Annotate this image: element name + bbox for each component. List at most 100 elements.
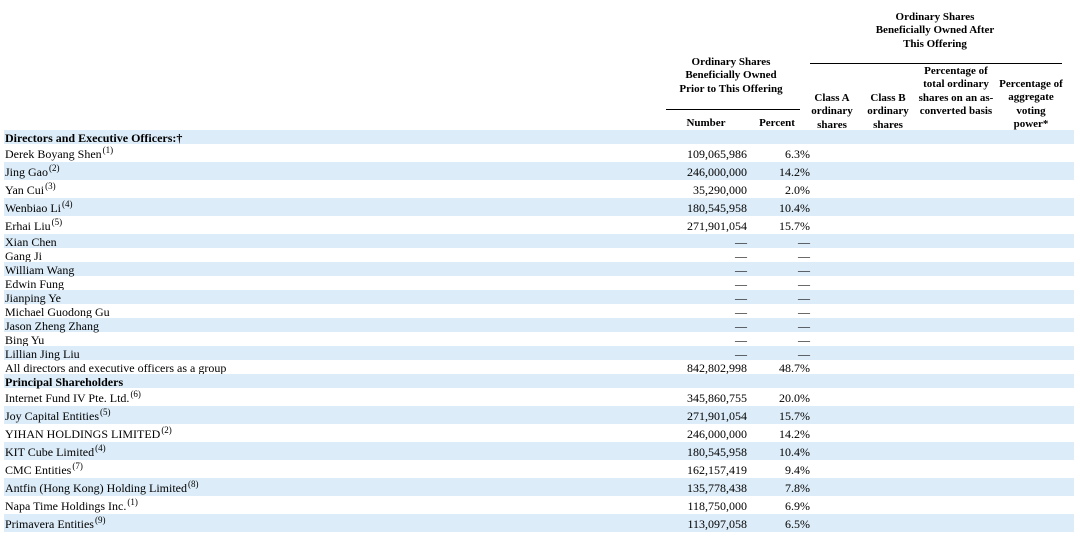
shares-percent: 14.2% xyxy=(779,427,810,441)
holder-name: Yan Cui(3) xyxy=(5,180,56,200)
header-pct-total: Percentage of total ordinary shares on a… xyxy=(918,65,994,117)
footnote-ref: (1) xyxy=(102,145,114,155)
section-header-row: Principal Shareholders xyxy=(4,374,1074,389)
holder-name-text: Derek Boyang Shen xyxy=(5,147,102,161)
holder-name-text: Directors and Executive Officers:† xyxy=(5,131,183,145)
table-row: Bing Yu — — xyxy=(4,332,1074,347)
shares-percent: 6.5% xyxy=(785,517,810,531)
holder-name-text: Bing Yu xyxy=(5,333,45,347)
table-row: Joy Capital Entities(5) 271,901,054 15.7% xyxy=(4,406,1074,424)
shares-percent: 7.8% xyxy=(785,481,810,495)
holder-name-text: Antfin (Hong Kong) Holding Limited xyxy=(5,481,187,495)
table-row: Jianping Ye — — xyxy=(4,290,1074,305)
footnote-ref: (3) xyxy=(45,181,56,191)
shares-percent: 10.4% xyxy=(779,445,810,459)
shares-number: 345,860,755 xyxy=(687,391,747,405)
table-row: Edwin Fung — — xyxy=(4,276,1074,291)
holder-name-text: Internet Fund IV Pte. Ltd. xyxy=(5,391,130,405)
header-prior-offering-rule xyxy=(666,109,800,110)
table-row: Yan Cui(3) 35,290,000 2.0% xyxy=(4,180,1074,198)
table-row: Xian Chen — — xyxy=(4,234,1074,249)
holder-name: Primavera Entities(9) xyxy=(5,514,105,534)
header-after-offering-rule xyxy=(810,63,1062,64)
holder-name-text: Primavera Entities xyxy=(5,517,94,531)
table-row: KIT Cube Limited(4) 180,545,958 10.4% xyxy=(4,442,1074,460)
holder-name-text: Lillian Jing Liu xyxy=(5,347,80,361)
header-class-b: Class B ordinary shares xyxy=(867,92,909,131)
header-percent: Percent xyxy=(759,117,795,129)
footnote-ref: (1) xyxy=(127,497,138,507)
holder-name: CMC Entities(7) xyxy=(5,460,83,480)
holder-name-text: YIHAN HOLDINGS LIMITED xyxy=(5,427,161,441)
shares-percent: 6.3% xyxy=(785,147,810,161)
header-pct-voting: Percentage of aggregate voting power* xyxy=(999,78,1063,130)
table-row: Lillian Jing Liu — — xyxy=(4,346,1074,361)
header-after-offering: Ordinary Shares Beneficially Owned After… xyxy=(875,11,995,50)
shares-percent: 10.4% xyxy=(779,201,810,215)
table-row: CMC Entities(7) 162,157,419 9.4% xyxy=(4,460,1074,478)
holder-name-text: Jing Gao xyxy=(5,165,48,179)
holder-name-text: Michael Guodong Gu xyxy=(5,305,110,319)
holder-name-text: Joy Capital Entities xyxy=(5,409,99,423)
holder-name-text: Jianping Ye xyxy=(5,291,62,305)
shares-percent: 20.0% xyxy=(779,391,810,405)
shares-percent: 6.9% xyxy=(785,499,810,513)
holder-name: Internet Fund IV Pte. Ltd.(6) xyxy=(5,388,141,408)
holder-name-text: Xian Chen xyxy=(5,235,57,249)
shares-number: 180,545,958 xyxy=(687,445,747,459)
holder-name: Napa Time Holdings Inc.(1) xyxy=(5,496,138,516)
table-row: Michael Guodong Gu — — xyxy=(4,304,1074,319)
holder-name-text: William Wang xyxy=(5,263,75,277)
holder-name-text: KIT Cube Limited xyxy=(5,445,95,459)
holder-name-text: Principal Shareholders xyxy=(5,375,124,389)
holder-name-text: Wenbiao Li xyxy=(5,201,62,215)
holder-name: KIT Cube Limited(4) xyxy=(5,442,106,462)
shares-number: 118,750,000 xyxy=(687,499,747,513)
holder-name-text: All directors and executive officers as … xyxy=(5,361,227,375)
holder-name-text: Napa Time Holdings Inc. xyxy=(5,499,127,513)
holder-name: Wenbiao Li(4) xyxy=(5,198,73,218)
holder-name-text: Edwin Fung xyxy=(5,277,65,291)
shares-percent: 15.7% xyxy=(779,409,810,423)
shares-percent: 15.7% xyxy=(779,219,810,233)
shares-number: 271,901,054 xyxy=(687,409,747,423)
footnote-ref: (2) xyxy=(161,425,172,435)
table-row: Derek Boyang Shen(1) 109,065,986 6.3% xyxy=(4,144,1074,162)
table-row: Gang Ji — — xyxy=(4,248,1074,263)
table-row: YIHAN HOLDINGS LIMITED(2) 246,000,000 14.2… xyxy=(4,424,1074,442)
table-row: William Wang — — xyxy=(4,262,1074,277)
table-row: All directors and executive officers as … xyxy=(4,360,1074,375)
footnote-ref: (9) xyxy=(94,515,106,525)
table-row: Jason Zheng Zhang — — xyxy=(4,318,1074,333)
table-row: Antfin (Hong Kong) Holding Limited(8) 135… xyxy=(4,478,1074,496)
table-row: Wenbiao Li(4) 180,545,958 10.4% xyxy=(4,198,1074,216)
shares-number: 135,778,438 xyxy=(687,481,747,495)
shares-percent: 9.4% xyxy=(785,463,810,477)
holder-name-text: Gang Ji xyxy=(5,249,42,263)
shares-number: 35,290,000 xyxy=(693,183,747,197)
holder-name: Joy Capital Entities(5) xyxy=(5,406,111,426)
shares-percent: 2.0% xyxy=(785,183,810,197)
holder-name-text: CMC Entities xyxy=(5,463,72,477)
shares-number: 246,000,000 xyxy=(687,427,747,441)
holder-name: Erhai Liu(5) xyxy=(5,216,62,236)
shares-number: 113,097,058 xyxy=(687,517,747,531)
holder-name: Jing Gao(2) xyxy=(5,162,60,182)
shares-number: 109,065,986 xyxy=(687,147,747,161)
holder-name-text: Jason Zheng Zhang xyxy=(5,319,99,333)
header-prior-offering: Ordinary Shares Beneficially Owned Prior… xyxy=(679,56,783,95)
header-class-a: Class A ordinary shares xyxy=(811,92,853,131)
shares-percent: 14.2% xyxy=(779,165,810,179)
holder-name: Antfin (Hong Kong) Holding Limited(8) xyxy=(5,478,198,498)
section-header-row: Directors and Executive Officers:† xyxy=(4,130,1074,145)
shares-number: 246,000,000 xyxy=(687,165,747,179)
shares-number: 180,545,958 xyxy=(687,201,747,215)
holder-name: Derek Boyang Shen(1) xyxy=(5,144,113,164)
holder-name-text: Yan Cui xyxy=(5,183,45,197)
footnote-ref: (7) xyxy=(72,461,83,471)
table-row: Primavera Entities(9) 113,097,058 6.5% xyxy=(4,514,1074,532)
table-row: Napa Time Holdings Inc.(1) 118,750,000 6.9… xyxy=(4,496,1074,514)
holder-name-text: Erhai Liu xyxy=(5,219,51,233)
footnote-ref: (4) xyxy=(95,443,106,453)
shares-number: 271,901,054 xyxy=(687,219,747,233)
